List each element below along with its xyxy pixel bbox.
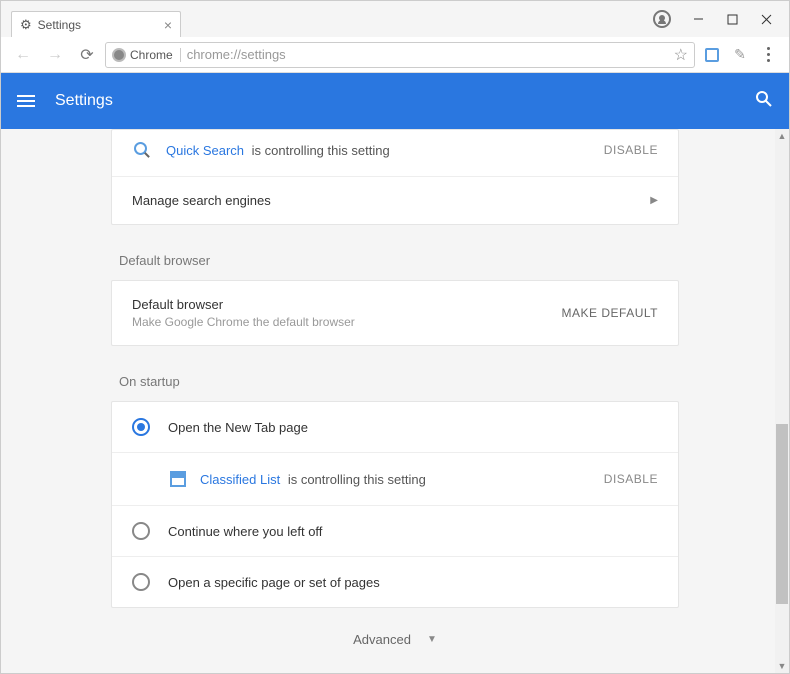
manage-search-engines-row[interactable]: Manage search engines ▶	[112, 176, 678, 224]
panel-icon[interactable]	[699, 42, 725, 68]
disable-button[interactable]: DISABLE	[604, 472, 658, 486]
chrome-logo-icon	[112, 48, 126, 62]
forward-button[interactable]: →	[41, 41, 69, 69]
list-icon	[170, 471, 186, 487]
tab-title: Settings	[38, 18, 81, 32]
extension-controlling-row: Quick Search is controlling this setting…	[112, 130, 678, 176]
browser-toolbar: ← → ⟳ Chrome chrome://settings ☆ ✎	[1, 37, 789, 73]
startup-option-label: Open a specific page or set of pages	[168, 575, 380, 590]
browser-tab[interactable]: ⚙ Settings ×	[11, 11, 181, 37]
manage-search-engines-label: Manage search engines	[132, 193, 271, 208]
scroll-down-icon[interactable]: ▼	[775, 659, 789, 673]
radio-selected-icon[interactable]	[132, 418, 150, 436]
disable-button[interactable]: DISABLE	[604, 143, 658, 157]
scrollbar-thumb[interactable]	[776, 424, 788, 604]
default-browser-section-label: Default browser	[111, 233, 679, 280]
url-text: chrome://settings	[187, 47, 286, 62]
scrollbar-track[interactable]: ▲ ▼	[775, 129, 789, 673]
on-startup-card: Open the New Tab page Classified List is…	[111, 401, 679, 608]
startup-extension-row: Classified List is controlling this sett…	[112, 452, 678, 505]
scroll-up-icon[interactable]: ▲	[775, 129, 789, 143]
startup-option-specific-pages[interactable]: Open a specific page or set of pages	[112, 556, 678, 607]
search-engine-card: Quick Search is controlling this setting…	[111, 129, 679, 225]
search-icon[interactable]	[755, 90, 773, 113]
startup-option-label: Continue where you left off	[168, 524, 322, 539]
radio-unselected-icon[interactable]	[132, 573, 150, 591]
address-bar[interactable]: Chrome chrome://settings ☆	[105, 42, 695, 68]
close-tab-icon[interactable]: ×	[164, 17, 172, 33]
menu-hamburger-icon[interactable]	[17, 95, 35, 107]
page-title: Settings	[55, 92, 113, 110]
minimize-button[interactable]	[681, 5, 715, 33]
settings-content: Quick Search is controlling this setting…	[1, 129, 789, 673]
startup-option-new-tab[interactable]: Open the New Tab page	[112, 402, 678, 452]
profile-icon[interactable]	[653, 10, 671, 28]
chevron-right-icon: ▶	[650, 195, 658, 206]
radio-unselected-icon[interactable]	[132, 522, 150, 540]
chrome-origin-chip: Chrome	[112, 48, 181, 62]
controlling-suffix: is controlling this setting	[284, 472, 426, 487]
make-default-button[interactable]: MAKE DEFAULT	[562, 306, 658, 320]
menu-icon[interactable]	[755, 42, 781, 68]
reload-button[interactable]: ⟳	[73, 41, 101, 69]
chevron-down-icon: ▼	[427, 634, 437, 645]
controlling-suffix: is controlling this setting	[248, 143, 390, 158]
maximize-button[interactable]	[715, 5, 749, 33]
startup-option-label: Open the New Tab page	[168, 420, 308, 435]
magnifier-icon	[134, 142, 150, 158]
default-browser-subtitle: Make Google Chrome the default browser	[132, 315, 355, 329]
wand-icon[interactable]: ✎	[727, 42, 753, 68]
on-startup-section-label: On startup	[111, 354, 679, 401]
default-browser-card: Default browser Make Google Chrome the d…	[111, 280, 679, 346]
advanced-label: Advanced	[353, 632, 411, 647]
extension-link[interactable]: Classified List	[200, 472, 280, 487]
gear-icon: ⚙	[20, 17, 32, 33]
startup-option-continue[interactable]: Continue where you left off	[112, 505, 678, 556]
close-window-button[interactable]	[749, 5, 783, 33]
settings-header: Settings	[1, 73, 789, 129]
default-browser-title: Default browser	[132, 297, 355, 312]
back-button[interactable]: ←	[9, 41, 37, 69]
advanced-toggle[interactable]: Advanced ▼	[111, 608, 679, 671]
bookmark-star-icon[interactable]: ☆	[674, 45, 688, 65]
extension-link[interactable]: Quick Search	[166, 143, 244, 158]
